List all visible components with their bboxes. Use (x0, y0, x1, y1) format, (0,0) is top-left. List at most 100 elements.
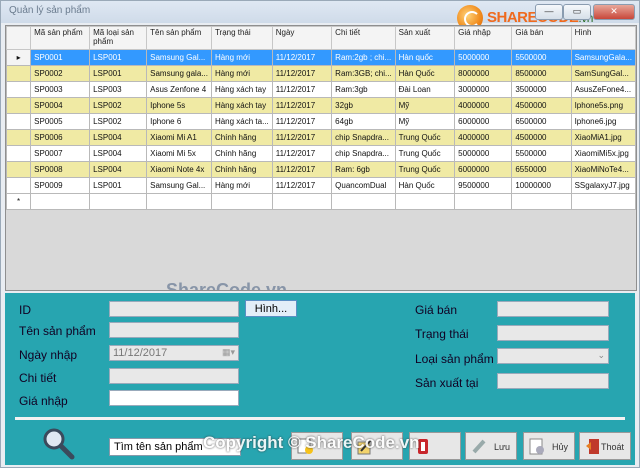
table-cell[interactable]: Ram:3gb (331, 81, 396, 98)
status-field[interactable] (497, 325, 609, 341)
table-cell[interactable]: 5500000 (511, 145, 572, 162)
table-cell[interactable]: Mỹ (394, 113, 456, 130)
column-header[interactable]: Giá nhập (454, 26, 513, 50)
table-row[interactable]: SP0006 LSP004 Xiaomi Mi A1 Chính hãng 11/12/… (6, 129, 636, 146)
table-cell[interactable]: Chính hãng (210, 129, 273, 146)
column-header[interactable]: Giá bán (511, 26, 572, 50)
table-cell[interactable]: 11/12/2017 (271, 97, 333, 114)
table-row[interactable]: SP0009 LSP001 Samsung Gal... Hàng mới 11/12/… (6, 177, 636, 194)
image-button[interactable]: Hình... (245, 300, 297, 317)
row-header[interactable]: ▸ (6, 49, 32, 66)
table-row[interactable]: SP0002 LSP001 Samsung gala... Hàng mới 11/12… (6, 65, 636, 82)
table-cell[interactable]: LSP002 (89, 113, 148, 130)
origin-field[interactable] (497, 373, 609, 389)
date-picker[interactable]: 11/12/2017 ▦▾ (109, 345, 239, 361)
table-cell[interactable]: LSP003 (89, 81, 148, 98)
table-cell[interactable]: Asus Zenfone 4 (146, 81, 212, 98)
maximize-button[interactable]: ▭ (563, 4, 591, 20)
table-cell[interactable]: 11/12/2017 (271, 49, 333, 66)
table-cell[interactable]: 3500000 (511, 81, 572, 98)
table-cell[interactable]: 11/12/2017 (271, 81, 333, 98)
minimize-button[interactable]: — (535, 4, 563, 20)
table-cell[interactable]: SP0002 (30, 65, 91, 82)
table-cell[interactable]: 10000000 (511, 177, 572, 194)
table-row[interactable]: SP0007 LSP004 Xiaomi Mi 5x Chính hãng 11/12/… (6, 145, 636, 162)
table-cell[interactable]: 4000000 (454, 129, 513, 146)
table-cell[interactable]: 6000000 (454, 113, 513, 130)
detail-field[interactable] (109, 368, 239, 384)
table-cell[interactable] (210, 193, 273, 210)
table-cell[interactable]: Chính hãng (210, 161, 273, 178)
table-cell[interactable]: Chính hãng (210, 145, 273, 162)
table-cell[interactable]: Hàng xách tay (210, 81, 273, 98)
table-cell[interactable]: 8000000 (454, 65, 513, 82)
column-header[interactable]: Trạng thái (210, 26, 273, 50)
table-cell[interactable]: Xiaomi Mi 5x (146, 145, 212, 162)
table-cell[interactable] (570, 193, 636, 210)
table-cell[interactable] (394, 193, 456, 210)
table-cell[interactable]: 6550000 (511, 161, 572, 178)
table-cell[interactable]: Hàn Quốc (394, 65, 456, 82)
table-cell[interactable]: chip Snapdra... (331, 145, 396, 162)
table-cell[interactable]: LSP001 (89, 65, 148, 82)
table-row[interactable]: ▸ SP0001 LSP001 Samsung Gal... Hàng mới 11/12… (6, 49, 636, 66)
table-cell[interactable]: LSP001 (89, 177, 148, 194)
column-header[interactable]: Sản xuất (394, 26, 456, 50)
table-cell[interactable]: SamsungGala... (570, 49, 636, 66)
table-cell[interactable]: SP0009 (30, 177, 91, 194)
table-cell[interactable]: Trung Quốc (394, 161, 456, 178)
row-header[interactable] (6, 161, 32, 178)
table-row[interactable]: SP0004 LSP002 Iphone 5s Hàng xách tay 11/12/… (6, 97, 636, 114)
table-cell[interactable]: Hàng xách ta... (210, 113, 273, 130)
table-cell[interactable]: 11/12/2017 (271, 161, 333, 178)
table-cell[interactable]: Ram:3GB; chi... (331, 65, 396, 82)
row-header[interactable] (6, 113, 32, 130)
table-row[interactable]: SP0005 LSP002 Iphone 6 Hàng xách ta... 11/12… (6, 113, 636, 130)
close-button[interactable]: ✕ (593, 4, 635, 20)
table-cell[interactable] (454, 193, 513, 210)
table-cell[interactable]: 11/12/2017 (271, 113, 333, 130)
cancel-button[interactable]: Hủy (523, 432, 575, 460)
import-price-field[interactable] (109, 390, 239, 406)
table-cell[interactable]: Hàn quốc (394, 49, 456, 66)
title-bar[interactable]: Quản lý sản phẩm SHARECODE.vn — ▭ ✕ (1, 1, 639, 31)
table-cell[interactable]: 4500000 (511, 97, 572, 114)
name-field[interactable] (109, 322, 239, 338)
table-cell[interactable]: 32gb (331, 97, 396, 114)
row-header[interactable] (6, 81, 32, 98)
table-cell[interactable]: Samsung Gal... (146, 49, 212, 66)
table-cell[interactable]: Ram: 6gb (331, 161, 396, 178)
column-header[interactable]: Hình (570, 26, 636, 50)
new-row-marker[interactable]: * (6, 193, 32, 210)
table-cell[interactable]: Hàng xách tay (210, 97, 273, 114)
table-cell[interactable]: LSP001 (89, 49, 148, 66)
table-row[interactable]: SP0008 LSP004 Xiaomi Note 4x Chính hãng 11/1… (6, 161, 636, 178)
table-cell[interactable]: 5000000 (454, 49, 513, 66)
new-row[interactable]: * (6, 193, 636, 210)
table-cell[interactable]: SamSungGal... (570, 65, 636, 82)
table-cell[interactable]: 11/12/2017 (271, 129, 333, 146)
column-header[interactable]: Mã sản phẩm (30, 26, 91, 50)
row-header[interactable] (6, 129, 32, 146)
table-cell[interactable]: LSP002 (89, 97, 148, 114)
table-cell[interactable]: SP0005 (30, 113, 91, 130)
table-cell[interactable]: 3000000 (454, 81, 513, 98)
table-cell[interactable]: SP0001 (30, 49, 91, 66)
table-cell[interactable]: LSP004 (89, 145, 148, 162)
table-cell[interactable]: 11/12/2017 (271, 177, 333, 194)
table-cell[interactable]: 11/12/2017 (271, 145, 333, 162)
table-cell[interactable]: Mỹ (394, 97, 456, 114)
table-row[interactable]: SP0003 LSP003 Asus Zenfone 4 Hàng xách tay 1… (6, 81, 636, 98)
table-cell[interactable]: 4000000 (454, 97, 513, 114)
table-cell[interactable]: Iphone5s.png (570, 97, 636, 114)
table-cell[interactable]: 6500000 (511, 113, 572, 130)
table-cell[interactable]: Iphone 6 (146, 113, 212, 130)
table-cell[interactable]: 5500000 (511, 49, 572, 66)
table-cell[interactable]: Hàng mới (210, 49, 273, 66)
table-cell[interactable]: XiaoMiA1.jpg (570, 129, 636, 146)
table-cell[interactable]: SP0008 (30, 161, 91, 178)
table-cell[interactable]: Samsung Gal... (146, 177, 212, 194)
exit-button[interactable]: Thoát (579, 432, 631, 460)
table-cell[interactable]: LSP004 (89, 129, 148, 146)
table-cell[interactable]: SP0004 (30, 97, 91, 114)
